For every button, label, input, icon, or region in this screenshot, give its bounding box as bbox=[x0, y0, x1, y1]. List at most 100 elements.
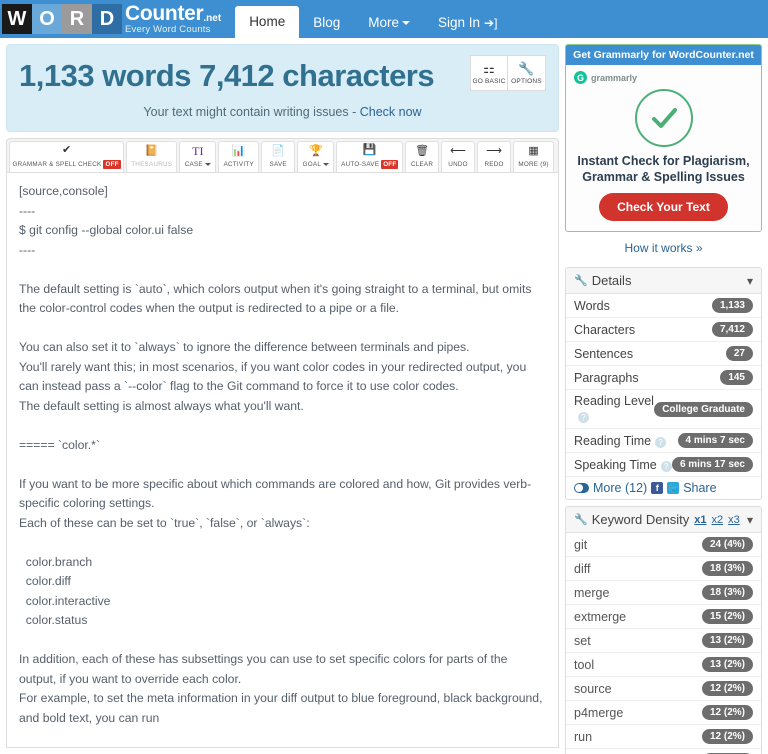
logo-counter-text: Counter bbox=[125, 2, 204, 26]
tab-x1[interactable]: x1 bbox=[694, 514, 706, 526]
nav-item-blog[interactable]: Blog bbox=[299, 8, 354, 38]
check-your-text-button[interactable]: Check Your Text bbox=[599, 193, 728, 221]
goal-button[interactable]: 🏆 GOAL bbox=[297, 141, 335, 172]
logo-tiles: W O R D bbox=[2, 4, 122, 34]
nav-item-home[interactable]: Home bbox=[235, 6, 300, 38]
twitter-icon[interactable]: 🐦 bbox=[667, 482, 680, 494]
options-button[interactable]: 🔧 OPTIONS bbox=[508, 55, 546, 91]
grammar-spell-check-button[interactable]: ✔ GRAMMAR & SPELL CHECK OFF bbox=[9, 141, 125, 172]
details-row-value: 7,412 bbox=[711, 322, 753, 337]
grammarly-ad-header: Get Grammarly for WordCounter.net bbox=[566, 45, 761, 65]
keyword-value: 12 (2%) bbox=[701, 729, 753, 744]
nav-item-more-label: More bbox=[368, 15, 399, 30]
more-tools-button[interactable]: ▦ MORE (9) bbox=[513, 141, 554, 172]
details-more-link[interactable]: More (12) bbox=[593, 481, 647, 495]
table-row: run 12 (2%) bbox=[566, 725, 761, 749]
keyword-label: merge bbox=[574, 585, 610, 600]
logo-tile-o: O bbox=[32, 4, 62, 34]
grammarly-tagline-line2: Grammar & Spelling Issues bbox=[582, 170, 745, 184]
auto-save-off-badge: OFF bbox=[381, 159, 399, 169]
table-row: Reading Level? College Graduate bbox=[566, 390, 761, 429]
details-row-label: Sentences bbox=[574, 346, 634, 361]
help-icon[interactable]: ? bbox=[660, 460, 672, 472]
book-icon: 📔 bbox=[144, 145, 159, 157]
details-row-label: Speaking Time? bbox=[574, 458, 672, 472]
chevron-down-icon[interactable]: ▾ bbox=[747, 274, 753, 288]
auto-save-text: AUTO-SAVE bbox=[341, 160, 380, 168]
floppy-disk-icon: 💾 bbox=[362, 144, 377, 156]
table-row: Sentences 27 bbox=[566, 342, 761, 366]
logo-net-text: .net bbox=[203, 13, 222, 25]
logo-tile-w: W bbox=[2, 4, 32, 34]
save-document-icon: 📄 bbox=[271, 145, 286, 157]
table-row: Characters 7,412 bbox=[566, 318, 761, 342]
check-now-link[interactable]: Check now bbox=[360, 105, 422, 119]
facebook-icon[interactable]: f bbox=[651, 482, 664, 494]
case-label: CASE bbox=[185, 161, 211, 168]
go-basic-label: GO BASIC bbox=[472, 77, 506, 85]
text-editor[interactable]: [source,console] ---- $ git config --glo… bbox=[6, 172, 559, 748]
redo-button[interactable]: ⟶ REDO bbox=[477, 141, 512, 172]
reading-level-text: Reading Level bbox=[574, 394, 654, 408]
editor-toolbar: ✔ GRAMMAR & SPELL CHECK OFF 📔 THESAURUS … bbox=[6, 138, 559, 172]
keyword-label: set bbox=[574, 633, 591, 648]
tab-x3[interactable]: x3 bbox=[728, 514, 740, 526]
case-button[interactable]: TI CASE bbox=[179, 141, 217, 172]
details-row-value: College Graduate bbox=[654, 401, 753, 417]
grammar-spell-check-text: GRAMMAR & SPELL CHECK bbox=[12, 160, 102, 168]
keyword-value: 15 (2%) bbox=[701, 609, 753, 624]
undo-button[interactable]: ⟵ UNDO bbox=[441, 141, 476, 172]
chevron-down-icon bbox=[323, 162, 330, 166]
grid-dots-icon: ▦ bbox=[528, 145, 539, 157]
external-link-icon: ⚏ bbox=[483, 60, 495, 76]
save-label: SAVE bbox=[269, 160, 287, 168]
grammar-spell-check-label: GRAMMAR & SPELL CHECK OFF bbox=[12, 159, 121, 169]
activity-button[interactable]: 📊 ACTIVITY bbox=[218, 141, 260, 172]
trophy-icon: 🏆 bbox=[308, 145, 323, 157]
details-row-value: 27 bbox=[725, 346, 753, 361]
chevron-down-icon[interactable]: ▾ bbox=[747, 513, 753, 527]
site-logo[interactable]: W O R D Counter.net Every Word Counts bbox=[0, 0, 221, 38]
help-icon[interactable]: ? bbox=[578, 412, 589, 423]
how-it-works-link[interactable]: How it works » bbox=[565, 232, 762, 261]
nav-item-more[interactable]: More bbox=[354, 8, 424, 38]
save-button[interactable]: 📄 SAVE bbox=[261, 141, 296, 172]
details-share-label[interactable]: Share bbox=[683, 481, 716, 495]
banner-buttons: ⚏ GO BASIC 🔧 OPTIONS bbox=[470, 55, 546, 91]
check-icon: ✔ bbox=[61, 144, 72, 156]
keyword-label: p4merge bbox=[574, 705, 624, 720]
goal-text: GOAL bbox=[302, 160, 322, 168]
page-title: 1,133 words 7,412 characters bbox=[19, 58, 435, 93]
details-footer: More (12) f 🐦 Share bbox=[566, 477, 761, 499]
keyword-density-tabs: x1 x2 x3 bbox=[694, 514, 740, 526]
grammarly-ad-card: Get Grammarly for WordCounter.net G gram… bbox=[565, 44, 762, 232]
help-icon[interactable]: ? bbox=[655, 436, 667, 448]
keyword-label: git bbox=[574, 537, 588, 552]
nav-item-sign-in-label: Sign In bbox=[438, 15, 481, 30]
chevron-down-icon bbox=[402, 21, 410, 26]
thesaurus-button[interactable]: 📔 THESAURUS bbox=[126, 141, 178, 172]
logo-tile-r: R bbox=[62, 4, 92, 34]
details-row-value: 145 bbox=[720, 370, 753, 385]
counter-banner: 1,133 words 7,412 characters Your text m… bbox=[6, 44, 559, 132]
writing-issues-text: Your text might contain writing issues - bbox=[143, 105, 360, 119]
keyword-density-panel: 🔧 Keyword Density x1 x2 x3 ▾ git 24 (4%)… bbox=[565, 506, 762, 754]
table-row: diff 18 (3%) bbox=[566, 557, 761, 581]
keyword-value: 13 (2%) bbox=[701, 657, 753, 672]
keyword-label: extmerge bbox=[574, 609, 627, 624]
auto-save-button[interactable]: 💾 AUTO-SAVE OFF bbox=[336, 141, 404, 172]
keyword-density-panel-header: 🔧 Keyword Density x1 x2 x3 ▾ bbox=[566, 507, 761, 533]
nav-item-blog-label: Blog bbox=[313, 15, 341, 30]
details-row-label: Reading Time? bbox=[574, 434, 678, 448]
tab-x2[interactable]: x2 bbox=[712, 514, 724, 526]
clear-button[interactable]: 🗑 CLEAR bbox=[405, 141, 440, 172]
chevron-down-icon bbox=[204, 162, 211, 166]
details-panel-title: Details bbox=[591, 273, 632, 288]
more-tools-label: MORE (9) bbox=[518, 160, 549, 168]
speaking-time-text: Speaking Time bbox=[574, 457, 657, 472]
toggle-icon[interactable] bbox=[574, 483, 589, 493]
go-basic-button[interactable]: ⚏ GO BASIC bbox=[470, 55, 508, 91]
keyword-value: 12 (2%) bbox=[701, 681, 753, 696]
table-row: set 13 (2%) bbox=[566, 629, 761, 653]
nav-item-sign-in[interactable]: Sign In ➔] bbox=[424, 8, 511, 38]
